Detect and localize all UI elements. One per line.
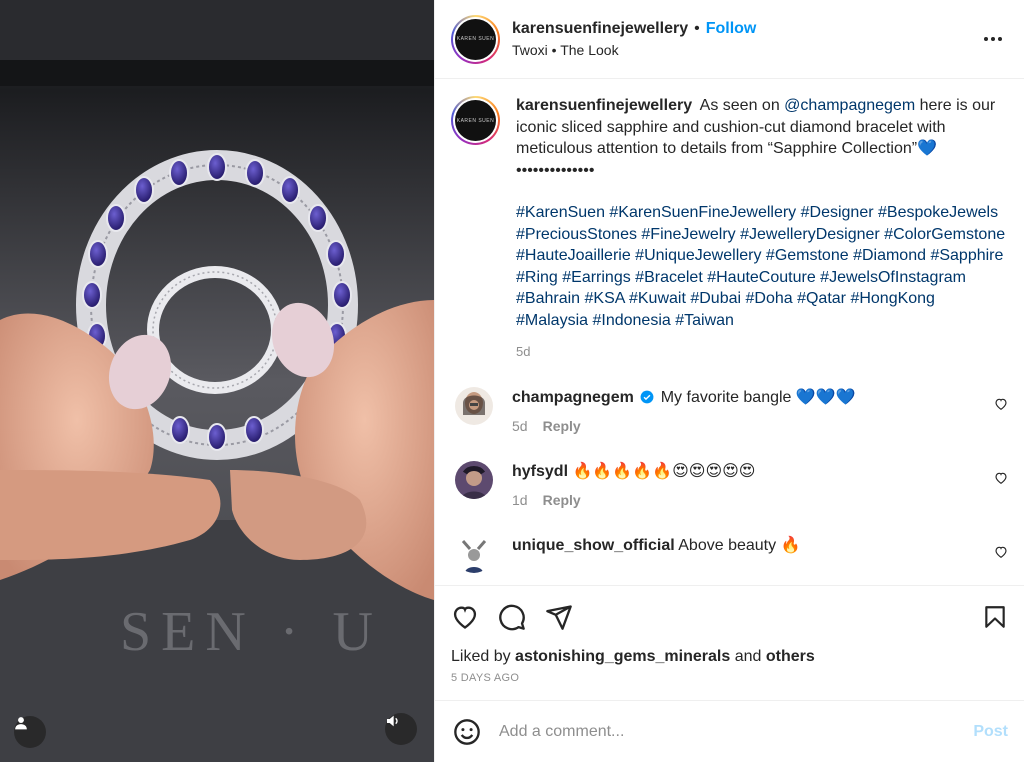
svg-text:SEN · U: SEN · U <box>120 601 383 663</box>
caption-text: As seen on <box>699 97 780 114</box>
audio-attribution[interactable]: Twoxi • The Look <box>512 42 978 58</box>
add-comment-bar: Post <box>435 700 1024 762</box>
more-options-icon[interactable] <box>978 37 1008 41</box>
comments-section[interactable]: KAREN SUEN karensuenfinejewellery As see… <box>435 79 1024 585</box>
comment-icon <box>499 604 525 631</box>
brand-logo: KAREN SUEN <box>455 100 496 141</box>
author-username[interactable]: karensuenfinejewellery <box>512 20 688 38</box>
save-button[interactable] <box>982 603 1008 631</box>
post-details-panel: KAREN SUEN karensuenfinejewellery • Foll… <box>434 0 1024 762</box>
user-tag-icon <box>15 717 27 730</box>
tagged-users-button[interactable] <box>14 716 46 748</box>
comment-text: 🔥🔥🔥🔥🔥😍😍😍😍😍 <box>572 462 756 480</box>
liked-by-user[interactable]: astonishing_gems_minerals <box>515 648 730 665</box>
reply-button[interactable]: Reply <box>543 490 581 511</box>
like-comment-heart-icon[interactable] <box>994 471 1008 485</box>
audio-toggle-button[interactable] <box>385 713 417 745</box>
emoji-icon[interactable] <box>453 718 481 746</box>
commenter-avatar[interactable] <box>455 460 493 499</box>
comment-item: unique_show_official Above beauty 🔥 <box>451 534 1008 573</box>
comment-username[interactable]: champagnegem <box>512 389 634 406</box>
post-video[interactable]: SEN · U <box>0 0 434 762</box>
comment-timestamp[interactable]: 1d <box>512 490 528 511</box>
comment-input[interactable] <box>499 722 974 741</box>
speaker-icon <box>387 715 398 727</box>
comment-item: champagnegem My favorite bangle 💙💙💙 5d R… <box>451 386 1008 437</box>
comment-text: My favorite bangle 💙💙💙 <box>660 388 856 406</box>
commenter-avatar[interactable] <box>455 386 493 425</box>
comment-username[interactable]: hyfsydl <box>512 463 568 480</box>
caption-dots: •••••••••••••• <box>516 161 595 179</box>
comment-timestamp[interactable]: 5d <box>512 416 528 437</box>
share-icon <box>546 605 572 630</box>
commenter-avatar[interactable] <box>455 534 493 573</box>
comment-username[interactable]: unique_show_official <box>512 537 675 554</box>
post-comment-button[interactable]: Post <box>973 723 1008 741</box>
liked-by: Liked by astonishing_gems_minerals and o… <box>451 648 1008 666</box>
bookmark-icon <box>985 606 1005 628</box>
post-actions: Liked by astonishing_gems_minerals and o… <box>435 585 1024 700</box>
verified-icon <box>640 390 654 403</box>
caption-mention[interactable]: @champagnegem <box>784 97 915 114</box>
post-caption: KAREN SUEN karensuenfinejewellery As see… <box>451 95 1008 363</box>
reply-button[interactable]: Reply <box>543 416 581 437</box>
caption-username[interactable]: karensuenfinejewellery <box>516 97 692 114</box>
like-comment-heart-icon[interactable] <box>994 545 1008 559</box>
like-comment-heart-icon[interactable] <box>994 397 1008 411</box>
liked-by-prefix: Liked by <box>451 648 511 665</box>
follow-button[interactable]: Follow <box>706 20 757 38</box>
comment-text: Above beauty 🔥 <box>678 536 801 554</box>
comment-item: hyfsydl 🔥🔥🔥🔥🔥😍😍😍😍😍 1d Reply <box>451 460 1008 511</box>
caption-hashtags[interactable]: #KarenSuen #KarenSuenFineJewellery #Desi… <box>516 202 1008 331</box>
heart-icon <box>453 606 477 629</box>
post-dialog: SEN · U KAREN SUEN karensuenfinejeweller… <box>0 0 1024 762</box>
like-button[interactable] <box>451 603 479 631</box>
share-button[interactable] <box>545 603 573 631</box>
post-timestamp[interactable]: 5 DAYS AGO <box>451 672 1008 684</box>
liked-by-others[interactable]: others <box>766 648 815 665</box>
separator-dot: • <box>694 20 700 37</box>
comment-button[interactable] <box>498 603 526 631</box>
caption-author-avatar[interactable]: KAREN SUEN <box>451 96 500 145</box>
liked-by-and: and <box>734 648 762 665</box>
bracelet-video-frame: SEN · U <box>0 0 434 762</box>
post-header: KAREN SUEN karensuenfinejewellery • Foll… <box>435 0 1024 79</box>
author-avatar[interactable]: KAREN SUEN <box>451 14 500 64</box>
caption-timestamp[interactable]: 5d <box>516 341 1008 363</box>
brand-logo: KAREN SUEN <box>455 18 496 60</box>
